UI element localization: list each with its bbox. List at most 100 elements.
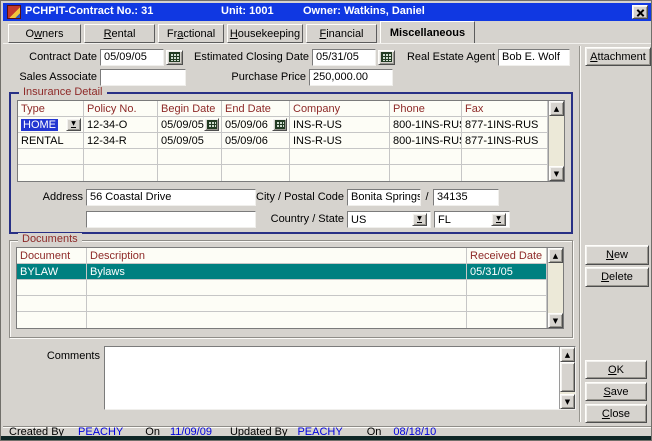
- type-dropdown-button[interactable]: ▼: [66, 118, 81, 131]
- scroll-down-icon[interactable]: ▼: [549, 166, 564, 181]
- documents-legend: Documents: [18, 233, 82, 245]
- insurance-detail-legend: Insurance Detail: [19, 86, 107, 98]
- column-header: Type: [18, 101, 84, 116]
- tab-financial[interactable]: Financial: [306, 24, 377, 43]
- end-date-cell[interactable]: 05/09/06: [222, 117, 290, 132]
- contract-window: PCHPIT-Contract No.: 31 Unit: 1001 Owner…: [0, 0, 652, 441]
- city-postal-separator: /: [421, 191, 433, 203]
- calendar-icon: [275, 120, 285, 129]
- scrollbar-thumb[interactable]: [560, 362, 575, 392]
- country-dropdown-button[interactable]: ▼: [412, 213, 427, 226]
- real-estate-agent-label: Real Estate Agent: [403, 51, 495, 63]
- state-dropdown-button[interactable]: ▼: [491, 213, 506, 226]
- begin-date-cell[interactable]: 05/09/05: [158, 117, 222, 132]
- scroll-up-icon[interactable]: ▲: [549, 101, 564, 116]
- miscellaneous-panel: Contract Date 05/09/05 Estimated Closing…: [3, 43, 651, 426]
- company-cell[interactable]: INS-R-US: [290, 117, 390, 132]
- tab-owners[interactable]: Owners: [8, 24, 81, 43]
- est-closing-calendar-button[interactable]: [378, 50, 395, 65]
- ok-button[interactable]: OK: [585, 360, 647, 379]
- window-title: PCHPIT-Contract No.: 31: [25, 5, 153, 17]
- chevron-down-icon: ▼: [71, 121, 76, 128]
- policy-cell[interactable]: 12-34-O: [84, 117, 158, 132]
- document-cell[interactable]: BYLAW: [17, 264, 87, 279]
- scroll-up-icon[interactable]: ▲: [560, 347, 575, 362]
- close-button-bottom[interactable]: Close: [585, 404, 647, 423]
- insurance-row-empty[interactable]: [18, 149, 548, 165]
- calendar-icon: [169, 52, 180, 62]
- sales-associate-label: Sales Associate: [3, 71, 97, 83]
- begin-date-calendar-button[interactable]: [204, 118, 219, 131]
- est-closing-date-field[interactable]: 05/31/05: [312, 49, 376, 66]
- documents-group: Documents Document Description Received …: [9, 240, 573, 338]
- insurance-grid-scrollbar[interactable]: ▲ ▼: [548, 101, 564, 181]
- contract-date-calendar-button[interactable]: [166, 50, 183, 65]
- delete-button[interactable]: Delete: [585, 267, 649, 287]
- document-row-empty[interactable]: [17, 312, 547, 328]
- received-date-cell[interactable]: 05/31/05: [467, 264, 547, 279]
- end-date-calendar-button[interactable]: [272, 118, 287, 131]
- phone-cell[interactable]: 800-1INS-RUS: [390, 133, 462, 148]
- calendar-icon: [381, 52, 392, 62]
- selected-value: HOME: [21, 119, 58, 131]
- address-line1-field[interactable]: 56 Coastal Drive: [86, 189, 256, 206]
- calendar-icon: [207, 120, 217, 129]
- column-header: Policy No.: [84, 101, 158, 116]
- purchase-price-field[interactable]: 250,000.00: [309, 69, 393, 86]
- column-header: Received Date: [467, 248, 547, 263]
- begin-date-cell[interactable]: 05/09/05: [158, 133, 222, 148]
- policy-cell[interactable]: 12-34-R: [84, 133, 158, 148]
- column-header: End Date: [222, 101, 290, 116]
- est-closing-date-label: Estimated Closing Date: [191, 51, 309, 63]
- scroll-up-icon[interactable]: ▲: [548, 248, 563, 263]
- scroll-down-icon[interactable]: ▼: [560, 394, 575, 409]
- scroll-down-icon[interactable]: ▼: [548, 313, 563, 328]
- fax-cell[interactable]: 877-1INS-RUS: [462, 117, 548, 132]
- type-cell[interactable]: HOME ▼: [18, 117, 84, 132]
- postal-code-field[interactable]: 34135: [433, 189, 499, 206]
- document-row-selected[interactable]: BYLAW Bylaws 05/31/05: [17, 264, 547, 280]
- insurance-row-empty[interactable]: [18, 165, 548, 181]
- comments-scrollbar[interactable]: ▲ ▼: [559, 347, 575, 409]
- purchase-price-label: Purchase Price: [186, 71, 306, 83]
- company-cell[interactable]: INS-R-US: [290, 133, 390, 148]
- documents-grid: Document Description Received Date BYLAW…: [16, 247, 564, 329]
- document-row-empty[interactable]: [17, 296, 547, 312]
- type-cell[interactable]: RENTAL: [18, 133, 84, 148]
- window-bottom-edge: [1, 436, 652, 440]
- fax-cell[interactable]: 877-1INS-RUS: [462, 133, 548, 148]
- tab-strip: Owners Rental Fractional Housekeeping Fi…: [3, 21, 651, 43]
- address-line2-field[interactable]: [86, 211, 256, 228]
- column-header: Fax: [462, 101, 548, 116]
- contract-date-label: Contract Date: [3, 51, 97, 63]
- city-postal-label: City / Postal Code: [256, 191, 344, 203]
- state-combo[interactable]: FL▼: [434, 211, 510, 228]
- real-estate-agent-field[interactable]: Bob E. Wolf: [498, 49, 570, 66]
- attachment-button[interactable]: Attachment: [585, 47, 651, 66]
- comments-label: Comments: [3, 350, 100, 362]
- contract-date-field[interactable]: 05/09/05: [100, 49, 164, 66]
- country-combo[interactable]: US▼: [347, 211, 431, 228]
- end-date-cell[interactable]: 05/09/06: [222, 133, 290, 148]
- sales-associate-field[interactable]: [100, 69, 186, 86]
- description-cell[interactable]: Bylaws: [87, 264, 467, 279]
- tab-rental[interactable]: Rental: [84, 24, 155, 43]
- documents-grid-header: Document Description Received Date: [17, 248, 547, 264]
- close-button[interactable]: [632, 5, 648, 19]
- column-header: Company: [290, 101, 390, 116]
- documents-grid-scrollbar[interactable]: ▲ ▼: [547, 248, 563, 328]
- tab-fractional[interactable]: Fractional: [158, 24, 224, 43]
- insurance-grid: Type Policy No. Begin Date End Date Comp…: [17, 100, 565, 182]
- phone-cell[interactable]: 800-1INS-RUS: [390, 117, 462, 132]
- tab-miscellaneous[interactable]: Miscellaneous: [380, 21, 475, 43]
- window-unit: Unit: 1001: [221, 5, 274, 17]
- insurance-grid-header: Type Policy No. Begin Date End Date Comp…: [18, 101, 548, 117]
- save-button[interactable]: Save: [585, 382, 647, 401]
- comments-textarea[interactable]: [104, 346, 576, 410]
- city-field[interactable]: Bonita Springs: [347, 189, 421, 206]
- address-label: Address: [11, 191, 83, 203]
- new-button[interactable]: New: [585, 245, 649, 265]
- column-header: Description: [87, 248, 467, 263]
- tab-housekeeping[interactable]: Housekeeping: [227, 24, 303, 43]
- document-row-empty[interactable]: [17, 280, 547, 296]
